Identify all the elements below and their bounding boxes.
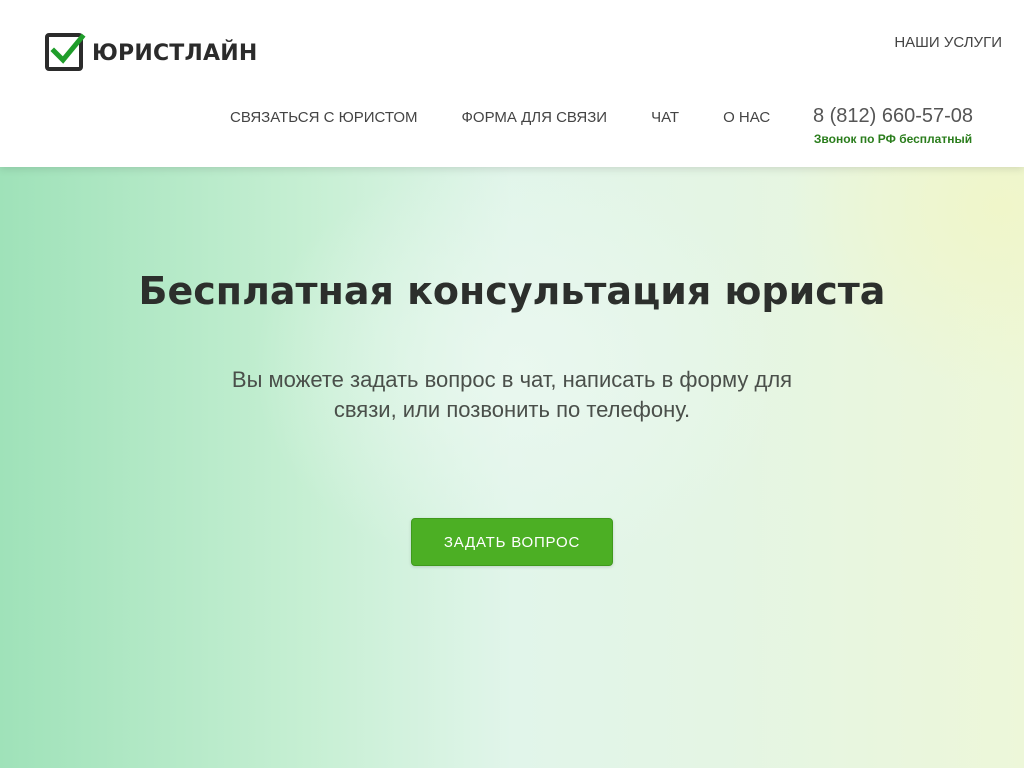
hero-title: Бесплатная консультация юриста	[138, 269, 886, 313]
main-nav: СВЯЗАТЬСЯ С ЮРИСТОМ ФОРМА ДЛЯ СВЯЗИ ЧАТ …	[230, 109, 814, 126]
site-header: ЮРИСТЛАЙН НАШИ УСЛУГИ СВЯЗАТЬСЯ С ЮРИСТО…	[0, 0, 1024, 167]
logo-text: ЮРИСТЛАЙН	[92, 40, 258, 66]
nav-chat[interactable]: ЧАТ	[651, 109, 679, 126]
hero-subtitle: Вы можете задать вопрос в чат, написать …	[231, 367, 793, 422]
hero-section: Бесплатная консультация юриста Вы можете…	[0, 167, 1024, 768]
phone-block: 8 (812) 660-57-08 Звонок по РФ бесплатны…	[808, 105, 978, 146]
our-services-link[interactable]: НАШИ УСЛУГИ	[894, 34, 1002, 51]
phone-number[interactable]: 8 (812) 660-57-08	[808, 105, 978, 128]
ask-question-button[interactable]: ЗАДАТЬ ВОПРОС	[411, 518, 613, 566]
checkbox-checked-icon	[45, 33, 86, 71]
logo[interactable]: ЮРИСТЛАЙН	[44, 32, 257, 74]
phone-note: Звонок по РФ бесплатный	[813, 132, 973, 146]
nav-about[interactable]: О НАС	[723, 109, 770, 126]
nav-contact-lawyer[interactable]: СВЯЗАТЬСЯ С ЮРИСТОМ	[230, 109, 418, 126]
nav-contact-form[interactable]: ФОРМА ДЛЯ СВЯЗИ	[462, 109, 608, 126]
